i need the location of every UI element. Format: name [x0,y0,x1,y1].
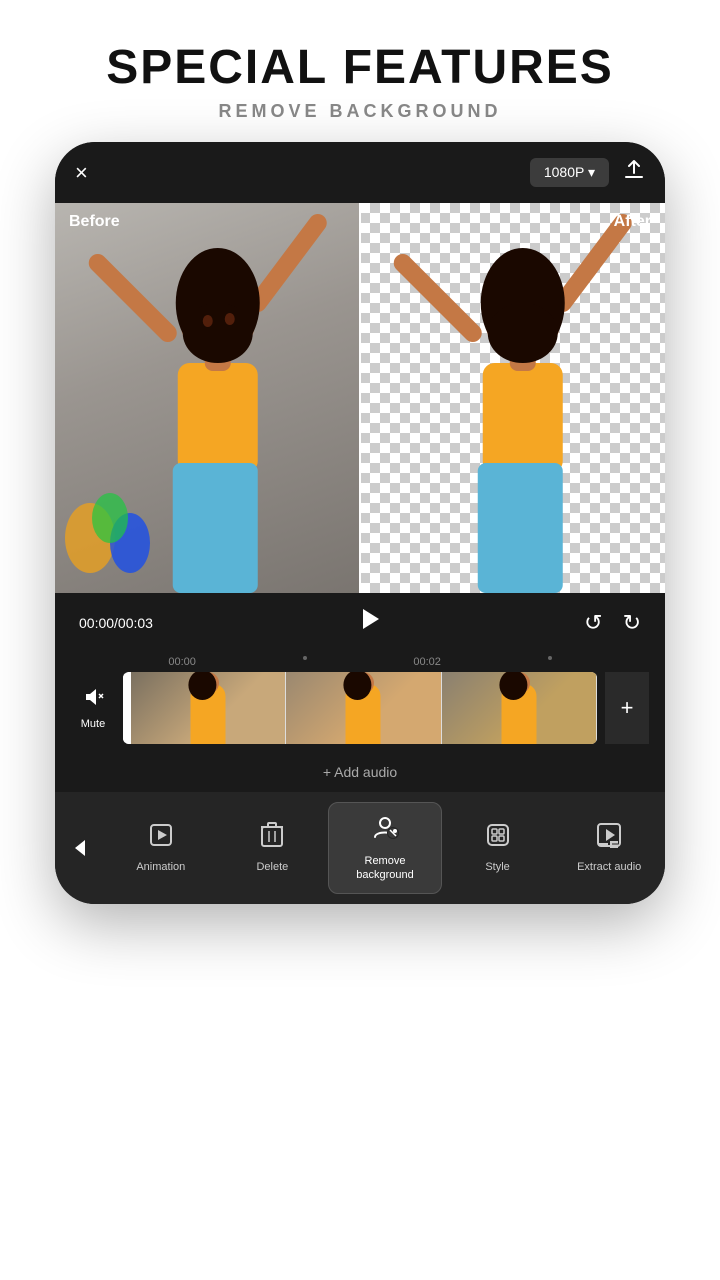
remove-bg-icon [371,813,399,848]
bottom-toolbar: Animation Delete [55,792,665,904]
add-audio-button[interactable]: + Add audio [323,764,397,780]
animation-label: Animation [136,861,185,873]
timeline: 00:00 00:02 Mute [55,652,665,752]
top-bar: × 1080P ▾ [55,142,665,203]
style-icon [485,822,511,855]
playhead [123,672,125,744]
clips-strip[interactable] [123,672,597,744]
mute-icon [82,686,104,714]
toolbar-item-style[interactable]: Style [442,812,554,883]
toolbar-item-extract-audio[interactable]: Extract audio [553,812,665,883]
mute-label: Mute [81,718,105,730]
playback-controls: 00:00/00:03 ↺ ↻ [55,593,665,652]
timeline-track: Mute [55,672,665,744]
video-preview: Before After [55,203,665,593]
play-icon [355,605,383,633]
undo-button[interactable]: ↺ [584,610,602,636]
toolbar-item-animation[interactable]: Animation [105,812,217,883]
before-label: Before [69,213,120,231]
add-audio-row: + Add audio [55,752,665,792]
style-label: Style [485,861,509,873]
time-display: 00:00/00:03 [79,615,153,631]
mute-button[interactable]: Mute [71,686,115,730]
animation-icon [148,822,174,855]
before-after-divider [359,203,361,593]
add-clip-button[interactable]: + [605,672,649,744]
toolbar-item-remove-bg[interactable]: Removebackground [328,802,442,894]
header-section: SPECIAL FEATURES REMOVE BACKGROUND [0,0,720,142]
undo-redo-controls: ↺ ↻ [584,610,641,636]
close-button[interactable]: × [75,160,88,186]
play-button[interactable] [355,605,383,640]
back-button[interactable] [55,837,105,859]
clip-thumb-2[interactable] [286,672,441,744]
person-before-figure [55,203,360,593]
timeline-dot-1 [303,656,307,660]
timeline-time-mid: 00:02 [413,656,441,668]
clips-container [123,672,597,744]
toolbar-item-delete[interactable]: Delete [217,812,329,883]
after-label: After [614,213,651,231]
timeline-dot-2 [548,656,552,660]
page-subtitle: REMOVE BACKGROUND [20,101,700,122]
phone-frame: × 1080P ▾ [55,142,665,904]
before-preview: Before [55,203,360,593]
after-preview: After [360,203,665,593]
page-title: SPECIAL FEATURES [20,40,700,95]
timeline-time-start: 00:00 [168,656,196,668]
redo-button[interactable]: ↻ [623,610,641,636]
upload-button[interactable] [623,159,645,187]
back-icon [69,837,91,859]
extract-audio-icon [596,822,622,855]
timeline-timestamps: 00:00 00:02 [55,652,665,672]
delete-label: Delete [256,861,288,873]
upload-icon [623,159,645,181]
toolbar-items: Animation Delete [55,792,665,904]
person-after-figure [360,203,665,593]
top-right-controls: 1080P ▾ [530,158,645,187]
delete-icon [260,822,284,855]
clip-thumb-1[interactable] [131,672,286,744]
extract-audio-label: Extract audio [577,861,641,873]
clip-thumb-3[interactable] [442,672,597,744]
remove-bg-label: Removebackground [356,854,414,883]
quality-button[interactable]: 1080P ▾ [530,158,609,187]
